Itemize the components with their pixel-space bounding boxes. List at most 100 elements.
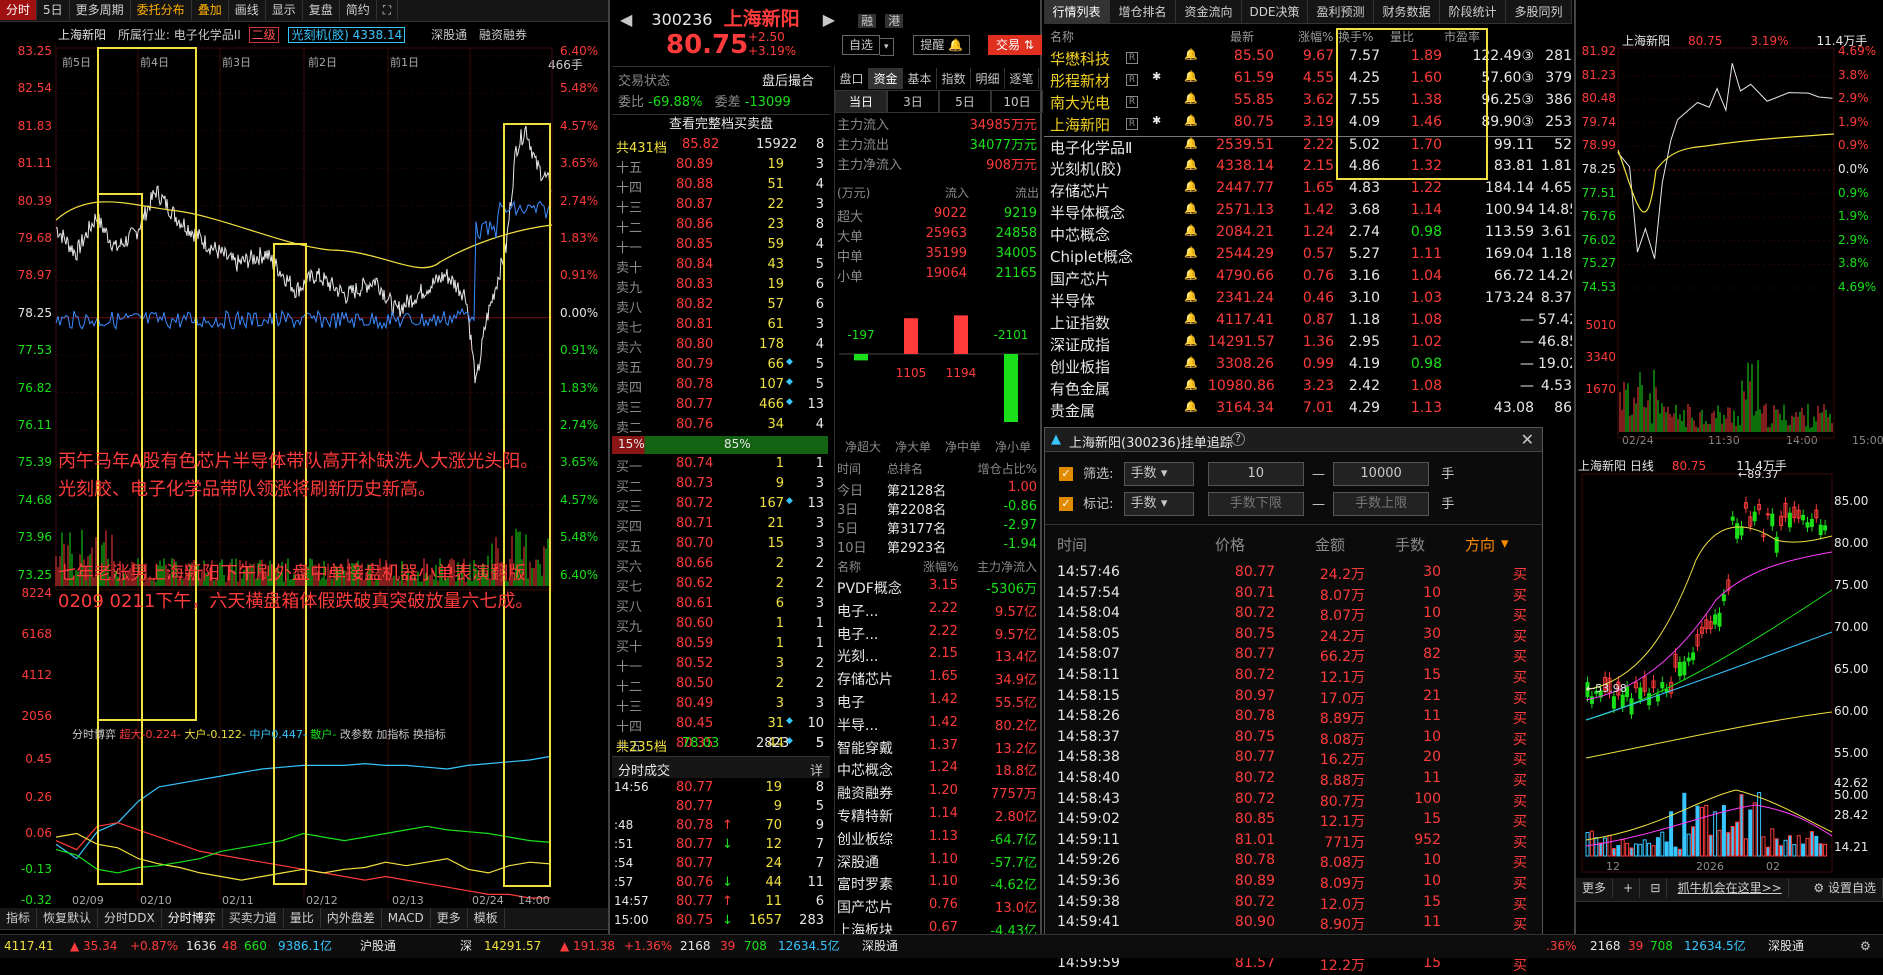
watchlist-row[interactable]: 电子化学品Ⅱ 🔔 2539.51 2.22 5.02 1.70 99.11 52 bbox=[1044, 136, 1572, 158]
book-row[interactable]: 卖九 80.83 19 6 bbox=[612, 277, 828, 297]
add-icon[interactable]: + bbox=[1617, 878, 1641, 898]
tracker-row[interactable]: 14:58:05 80.75 24.2万 30 买 bbox=[1045, 626, 1544, 646]
watchlist-row[interactable]: 上证指数 🔔 4117.41 0.87 1.18 1.08 —57.42 bbox=[1044, 312, 1572, 334]
flow-subtab-0[interactable]: 当日 bbox=[835, 90, 887, 113]
ind-params-btn[interactable]: 改参数 bbox=[340, 728, 373, 741]
flow-tab-5[interactable]: 逐笔 bbox=[1005, 68, 1039, 89]
ind-tab-8[interactable]: 更多 bbox=[431, 908, 468, 928]
more-button[interactable]: 更多 bbox=[1576, 878, 1614, 898]
concept-row[interactable]: 半导... 1.42 80.2亿 bbox=[837, 715, 1037, 735]
bell-icon[interactable]: 🔔 bbox=[1184, 334, 1198, 347]
flow-tab-0[interactable]: 盘口 bbox=[835, 68, 869, 89]
watchlist-row[interactable]: 上海新阳 R ✱ 🔔 80.75 3.19 4.09 1.46 89.90③ 253 bbox=[1044, 114, 1572, 136]
concept-row[interactable]: PVDF概念 3.15 -5306万 bbox=[837, 578, 1037, 598]
next-arrow-icon[interactable]: ▶ bbox=[823, 10, 835, 29]
watchlist-row[interactable]: 光刻机(胶) 🔔 4338.14 2.15 4.86 1.32 83.81 1.81 bbox=[1044, 158, 1572, 180]
concept-row[interactable]: 融资融券 1.20 7757万 bbox=[837, 783, 1037, 803]
full-book-button[interactable]: 查看完整档买卖盘 bbox=[612, 114, 830, 134]
watchlist-row[interactable]: 国产芯片 🔔 4790.66 0.76 3.16 1.04 66.7214.20 bbox=[1044, 268, 1572, 290]
ind-tab-7[interactable]: MACD bbox=[382, 908, 431, 928]
bell-icon[interactable]: 🔔 bbox=[1184, 224, 1198, 237]
book-row[interactable]: 卖四 80.78 107 ◆ 5 bbox=[612, 377, 828, 397]
concept-row[interactable]: 创业板综 1.13 -64.7亿 bbox=[837, 829, 1037, 849]
watchlist-row[interactable]: 有色金属 🔔 10980.86 3.23 2.42 1.08 — 4.53 bbox=[1044, 378, 1572, 400]
watchlist-row[interactable]: 中芯概念 🔔 2084.21 1.24 2.74 0.98 113.59 3.61 bbox=[1044, 224, 1572, 246]
book-row[interactable]: 十二 80.50 2 2 bbox=[612, 676, 828, 696]
wl-tab-7[interactable]: 多股同列 bbox=[1506, 0, 1572, 23]
ind-tab-5[interactable]: 量比 bbox=[284, 908, 321, 928]
help-icon[interactable]: ? bbox=[1231, 432, 1245, 446]
bell-icon[interactable]: 🔔 bbox=[1184, 70, 1198, 83]
book-row[interactable]: 十三 80.87 22 3 bbox=[612, 197, 828, 217]
watchlist-button[interactable]: 自选 bbox=[842, 35, 881, 55]
ind-tab-9[interactable]: 模板 bbox=[468, 908, 505, 928]
flow-tab-3[interactable]: 指数 bbox=[937, 68, 971, 89]
trades-detail-button[interactable]: 详 bbox=[810, 760, 823, 779]
mark-min-input[interactable]: 手数下限 bbox=[1207, 492, 1304, 516]
tracker-row[interactable]: 14:58:04 80.72 8.07万 10 买 bbox=[1045, 605, 1544, 625]
bell-icon[interactable]: 🔔 bbox=[1184, 180, 1198, 193]
watchlist-row[interactable]: Chiplet概念 🔔 2544.29 0.57 5.27 1.11 169.04 1.18 bbox=[1044, 246, 1572, 268]
flow-tab-4[interactable]: 明细 bbox=[971, 68, 1005, 89]
filter-min-input[interactable]: 10 bbox=[1207, 462, 1304, 486]
ind-add-btn[interactable]: 加指标 bbox=[376, 728, 409, 741]
book-row[interactable]: 卖六 80.80 178 4 bbox=[612, 337, 828, 357]
ind-switch-btn[interactable]: 换指标 bbox=[413, 728, 446, 741]
tracker-row[interactable]: 14:59:36 80.89 8.09万 10 买 bbox=[1045, 873, 1544, 893]
watchlist-row[interactable]: 华懋科技 R 🔔 85.50 9.67 7.57 1.89 122.49③ 281 bbox=[1044, 48, 1572, 70]
tracker-row[interactable]: 14:58:26 80.78 8.89万 11 买 bbox=[1045, 708, 1544, 728]
concept-row[interactable]: 中芯概念 1.24 18.8亿 bbox=[837, 760, 1037, 780]
wl-tab-5[interactable]: 财务数据 bbox=[1374, 0, 1440, 23]
book-row[interactable]: 十五 80.89 19 3 bbox=[612, 157, 828, 177]
bell-icon[interactable]: 🔔 bbox=[1184, 92, 1198, 105]
book-row[interactable]: 卖五 80.79 66 ◆ 5 bbox=[612, 357, 828, 377]
book-row[interactable]: 卖三 80.77 466 ◆ 13 bbox=[612, 397, 828, 417]
concept-row[interactable]: 电子... 2.22 9.57亿 bbox=[837, 601, 1037, 621]
watchlist-row[interactable]: 创业板指 🔔 3308.26 0.99 4.19 0.98 —19.02 bbox=[1044, 356, 1572, 378]
filter-unit-select[interactable]: 手数 ▾ bbox=[1123, 462, 1194, 486]
bell-icon[interactable]: 🔔 bbox=[1184, 137, 1198, 150]
tracker-row[interactable]: 14:57:46 80.77 24.2万 30 买 bbox=[1045, 564, 1544, 584]
concept-row[interactable]: 深股通 1.10 -57.7亿 bbox=[837, 852, 1037, 872]
wl-tab-6[interactable]: 阶段统计 bbox=[1440, 0, 1506, 23]
ind-tab-2[interactable]: 分时DDX bbox=[98, 908, 162, 928]
tracker-row[interactable]: 14:58:07 80.77 66.2万 82 买 bbox=[1045, 646, 1544, 666]
bell-icon[interactable]: 🔔 bbox=[1184, 48, 1198, 61]
bell-icon[interactable]: 🔔 bbox=[1184, 246, 1198, 259]
tracker-row[interactable]: 14:59:41 80.90 8.90万 11 买 bbox=[1045, 914, 1544, 934]
bell-icon[interactable]: 🔔 bbox=[1184, 114, 1198, 127]
watchlist-row[interactable]: 南大光电 R 🔔 55.85 3.62 7.55 1.38 96.25③ 386 bbox=[1044, 92, 1572, 114]
bell-icon[interactable]: 🔔 bbox=[1184, 400, 1198, 413]
bell-icon[interactable]: 🔔 bbox=[1184, 378, 1198, 391]
prev-arrow-icon[interactable]: ◀ bbox=[620, 10, 632, 29]
mark-max-input[interactable]: 手数上限 bbox=[1333, 492, 1430, 516]
wl-tab-1[interactable]: 增仓排名 bbox=[1110, 0, 1176, 23]
trade-button[interactable]: 交易 ⇅ bbox=[987, 35, 1042, 55]
flow-subtab-2[interactable]: 5日 bbox=[939, 90, 991, 113]
tracker-row[interactable]: 14:58:38 80.77 16.2万 20 买 bbox=[1045, 749, 1544, 769]
book-row[interactable]: 十三 80.49 3 3 bbox=[612, 696, 828, 716]
book-row[interactable]: 买六 80.66 2 2 bbox=[612, 556, 828, 576]
ind-tab-3[interactable]: 分时博弈 bbox=[162, 908, 223, 928]
tracker-row[interactable]: 14:57:54 80.71 8.07万 10 买 bbox=[1045, 585, 1544, 605]
mark-checkbox[interactable]: ✓ bbox=[1059, 497, 1073, 511]
concept-row[interactable]: 智能穿戴 1.37 13.2亿 bbox=[837, 738, 1037, 758]
watchlist-row[interactable]: 半导体概念 🔔 2571.13 1.42 3.68 1.14 100.9414.85 bbox=[1044, 202, 1572, 224]
promo-link[interactable]: 抓牛机会在这里>> bbox=[1672, 878, 1789, 898]
concept-row[interactable]: 专精特新 1.14 2.80亿 bbox=[837, 806, 1037, 826]
ind-tab-6[interactable]: 内外盘差 bbox=[321, 908, 382, 928]
settings-gear-icon[interactable]: ⚙ bbox=[1860, 935, 1871, 957]
book-row[interactable]: 买一 80.74 1 1 bbox=[612, 456, 828, 476]
book-row[interactable]: 买八 80.61 6 3 bbox=[612, 596, 828, 616]
tracker-row[interactable]: 14:58:11 80.72 12.1万 15 买 bbox=[1045, 667, 1544, 687]
watchlist-row[interactable]: 贵金属 🔔 3164.34 7.01 4.29 1.13 43.08 86 bbox=[1044, 400, 1572, 422]
tracker-row[interactable]: 14:59:38 80.72 12.0万 15 买 bbox=[1045, 894, 1544, 914]
book-row[interactable]: 十一 80.52 3 2 bbox=[612, 656, 828, 676]
tracker-row[interactable]: 14:59:26 80.78 8.08万 10 买 bbox=[1045, 852, 1544, 872]
mark-unit-select[interactable]: 手数 ▾ bbox=[1123, 492, 1194, 516]
book-row[interactable]: 卖二 80.76 34 4 bbox=[612, 417, 828, 437]
book-row[interactable]: 买九 80.60 1 1 bbox=[612, 616, 828, 636]
ind-tab-1[interactable]: 恢复默认 bbox=[37, 908, 99, 928]
watchlist-row[interactable]: 彤程新材 R ✱ 🔔 61.59 4.55 4.25 1.60 57.60③ 379 bbox=[1044, 70, 1572, 92]
flow-tab-1[interactable]: 资金 bbox=[869, 68, 903, 89]
